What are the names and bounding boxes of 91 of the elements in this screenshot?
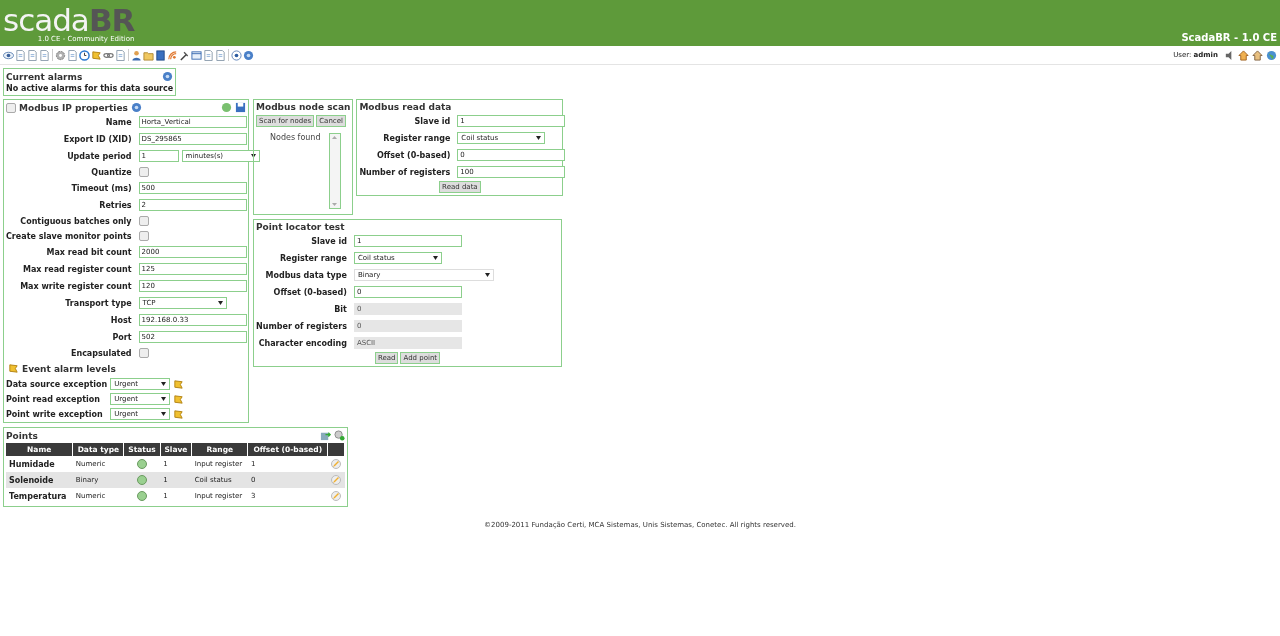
app-title: ScadaBR - 1.0 CE (1181, 32, 1278, 45)
field-label: Slave id (310, 236, 347, 246)
document-icon[interactable] (27, 49, 38, 61)
flag-icon[interactable] (173, 393, 185, 405)
caret-icon (161, 382, 167, 386)
help-icon[interactable] (162, 71, 174, 82)
caret-icon (217, 301, 223, 305)
flag-icon[interactable] (173, 378, 185, 390)
user-icon[interactable] (131, 49, 142, 61)
document-icon[interactable] (39, 49, 50, 61)
document-icon[interactable] (115, 49, 126, 61)
checkbox[interactable] (138, 231, 149, 241)
table-cell: Solenoide (6, 472, 73, 488)
field-label: Encapsulated (69, 348, 132, 358)
table-cell: Humidade (6, 456, 73, 472)
caret-icon (484, 273, 490, 277)
field-label: Host (109, 315, 132, 325)
caret-icon (250, 154, 256, 158)
caret-icon (432, 256, 438, 260)
hammer-icon[interactable] (179, 49, 190, 61)
field-label: Max read register count (21, 264, 132, 274)
field-label: Max write register count (19, 281, 132, 291)
field-label: Bit (333, 304, 347, 314)
field-label: Point write exception (6, 409, 104, 419)
pencil-icon[interactable] (331, 475, 342, 485)
clock-icon[interactable] (79, 49, 90, 61)
add-icon[interactable] (334, 430, 345, 441)
field-label: Register range (382, 133, 451, 143)
scroll-up-icon[interactable] (332, 136, 338, 139)
field-label: Slave id (413, 116, 451, 126)
eye-icon[interactable] (3, 49, 14, 61)
table-cell: Temperatura (6, 488, 73, 504)
field-label: Character encoding (257, 338, 347, 348)
save-icon[interactable] (235, 102, 246, 113)
home-icon[interactable] (1238, 49, 1249, 61)
panel-title: Points (6, 430, 38, 441)
status-icon[interactable] (221, 102, 232, 113)
checkbox[interactable] (138, 216, 149, 226)
home-icon[interactable] (1252, 49, 1263, 61)
field-label: Timeout (ms) (70, 183, 132, 193)
field-label: Quantize (90, 167, 132, 177)
node-list[interactable] (328, 133, 341, 209)
window-icon[interactable] (191, 49, 202, 61)
field-label: Register range (278, 253, 347, 263)
flag-icon[interactable] (8, 363, 19, 374)
help-icon[interactable] (130, 102, 142, 113)
caret-icon (161, 397, 167, 401)
panel-title: Modbus IP properties (19, 102, 128, 113)
field-label: Update period (66, 151, 132, 161)
panel-title: Modbus read data (359, 102, 453, 112)
field-label: Number of registers (256, 321, 347, 331)
field-label: Retries (98, 200, 132, 210)
field-label: Point read exception (6, 394, 101, 404)
field-label: Name (104, 117, 132, 127)
radio-icon[interactable] (231, 49, 242, 61)
field-label: Export ID (XID) (62, 134, 132, 144)
section-title: Event alarm levels (22, 363, 116, 374)
pencil-icon[interactable] (331, 491, 342, 501)
caret-icon (161, 412, 167, 416)
panel-title: Modbus node scan (256, 102, 351, 112)
field-label: Modbus data type (264, 270, 347, 280)
field-label: Offset (0-based) (376, 150, 451, 160)
book-icon[interactable] (155, 49, 166, 61)
caret-icon (536, 136, 542, 140)
document-icon[interactable] (215, 49, 226, 61)
scroll-down-icon[interactable] (332, 203, 338, 206)
field-label: Offset (0-based) (272, 287, 347, 297)
document-icon[interactable] (67, 49, 78, 61)
panel-title: Current alarms (6, 71, 83, 82)
field-label: Nodes found (270, 133, 321, 144)
pencil-icon[interactable] (331, 459, 342, 469)
export-icon[interactable] (320, 430, 331, 441)
alarm-message: No active alarms for this data source (6, 84, 174, 93)
flag-icon[interactable] (173, 408, 185, 420)
globe-icon[interactable] (1266, 49, 1277, 61)
panel-icon (6, 102, 16, 113)
gear-icon[interactable] (55, 49, 66, 61)
checkbox[interactable] (138, 348, 149, 358)
field-label: Max read bit count (45, 247, 132, 257)
field-label: Contiguous batches only (19, 216, 132, 226)
panel-title: Point locator test (256, 222, 346, 232)
flag-icon[interactable] (91, 49, 102, 61)
checkbox[interactable] (138, 167, 149, 177)
help-icon[interactable] (243, 49, 254, 61)
logo-text: scadaBR (3, 6, 135, 34)
document-icon[interactable] (203, 49, 214, 61)
field-label: Transport type (64, 298, 132, 308)
field-label: Create slave monitor points (6, 231, 132, 241)
field-label: Number of registers (359, 167, 451, 177)
field-label: Data source exception (6, 379, 108, 389)
field-label: Port (111, 332, 132, 342)
